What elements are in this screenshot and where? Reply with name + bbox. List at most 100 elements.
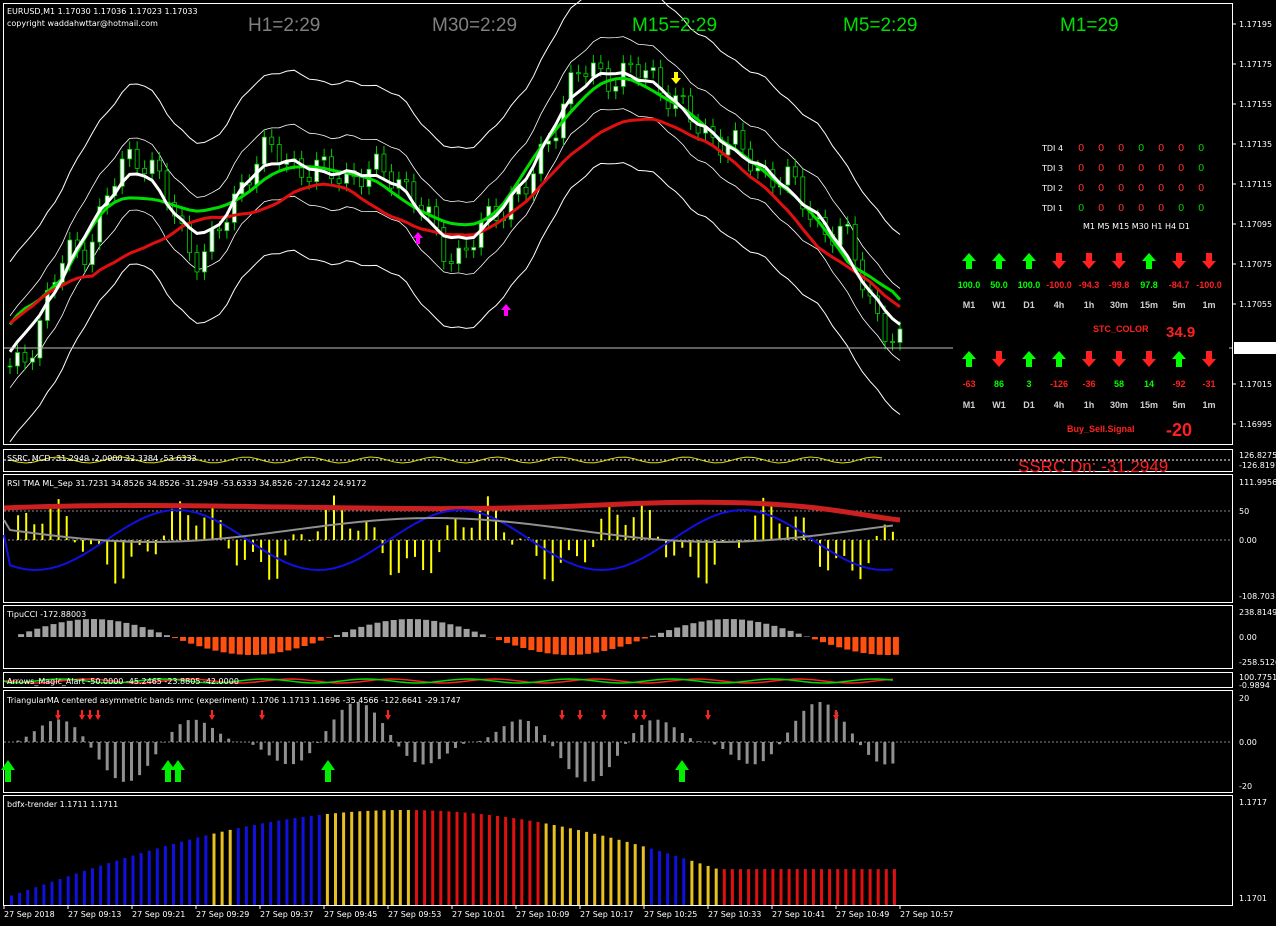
signal-tf: 1m [1202, 400, 1215, 410]
bdfx-bar [18, 892, 22, 905]
bdfx-bar [285, 819, 289, 905]
tdi-cell: 0 [1118, 143, 1124, 154]
tf-m5-label: M5=2:29 [843, 15, 917, 36]
cci-bar [747, 620, 754, 637]
cci-bar [188, 637, 195, 644]
signal-tf: 30m [1110, 400, 1128, 410]
cci-bar [228, 637, 235, 654]
stc-label: STC_COLOR [1093, 324, 1149, 334]
cci-bar [180, 637, 187, 641]
bdfx-bar [585, 831, 589, 905]
tma-axis-label: 20 [1239, 694, 1249, 703]
bdfx-bar [334, 813, 337, 905]
bdfx-bar [795, 869, 799, 905]
cci-bar [261, 637, 268, 655]
tdi-row-label: TDI 1 [1041, 204, 1063, 213]
tdi-cell: 0 [1138, 163, 1144, 174]
bdfx-bar [512, 818, 516, 905]
cci-bar [641, 637, 648, 639]
stc-tf: M1 [963, 300, 976, 310]
candle-body [374, 153, 379, 170]
cci-bar [447, 624, 454, 637]
tdi-cell: 0 [1138, 203, 1144, 214]
stc-value: 50.0 [990, 280, 1008, 290]
cci-bar [585, 637, 592, 654]
stc-tf: 4h [1054, 300, 1065, 310]
ssrc-axis-label: 126.8275 [1239, 451, 1276, 460]
price-tick-label: 1.17195 [1239, 20, 1272, 29]
stc-value: 100.0 [1018, 280, 1041, 290]
tma-sell-arrow-icon [79, 710, 85, 720]
cci-bar [293, 637, 300, 649]
bdfx-bar [261, 823, 265, 905]
bdfx-bar [42, 884, 46, 905]
bdfx-bar [771, 869, 775, 905]
cci-bar [844, 637, 851, 650]
cci-bar [577, 637, 583, 655]
candle-body [890, 341, 895, 343]
cci-bar [811, 637, 818, 640]
cci-bar [358, 626, 365, 637]
tdi-cell: 0 [1118, 163, 1124, 174]
bdfx-axis-label: 1.1717 [1239, 798, 1267, 807]
cci-bar [820, 637, 826, 643]
candle-body [897, 328, 903, 343]
candle-body [523, 186, 529, 195]
bdfx-bar [309, 815, 313, 905]
bdfx-bar [706, 865, 710, 905]
bdfx-bar [115, 860, 119, 905]
bdfx-bar [317, 814, 321, 905]
tdi-cell: 0 [1078, 143, 1084, 154]
cci-bar [309, 637, 316, 644]
bdfx-bar [552, 825, 556, 905]
cci-bar [674, 627, 681, 637]
stc-tf: W1 [992, 300, 1006, 310]
candle-body [359, 176, 364, 188]
candle-body [576, 72, 581, 75]
tdi-cell: 0 [1178, 143, 1184, 154]
bdfx-bar [123, 858, 127, 905]
cci-bar [390, 619, 397, 637]
candle-body [471, 247, 477, 251]
candle-body [478, 220, 484, 248]
cci-bar [609, 637, 616, 649]
cci-bar [860, 637, 867, 653]
tf-h1-label: H1=2:29 [248, 15, 320, 36]
tdi-cell: 0 [1138, 183, 1144, 194]
cci-bar [42, 626, 49, 637]
candle-body [381, 153, 387, 173]
signal-tf: 1h [1084, 400, 1095, 410]
candle-body [194, 252, 200, 273]
cci-bar [398, 619, 405, 637]
candle-body [15, 352, 20, 367]
bdfx-bar [180, 841, 184, 905]
cci-bar [131, 624, 138, 637]
bdfx-bar [860, 869, 864, 905]
tma-buy-arrow-icon [161, 760, 175, 782]
signal-value: 14 [1144, 379, 1154, 389]
tma-sell-arrow-icon [385, 710, 391, 720]
cci-bar [350, 629, 357, 637]
bdfx-bar [301, 816, 305, 905]
cci-bar [471, 631, 478, 637]
tdi-cell: 0 [1158, 163, 1164, 174]
cci-bar [34, 628, 41, 637]
cci-bar [236, 637, 243, 655]
cci-bar [552, 637, 559, 655]
cci-bar [172, 637, 178, 639]
bdfx-bar [674, 855, 678, 905]
bdfx-bar [26, 889, 30, 905]
stc-tf: 5m [1172, 300, 1185, 310]
candle-body [224, 222, 230, 232]
bdfx-bar [398, 810, 402, 905]
stc-value: 97.8 [1140, 280, 1158, 290]
time-tick-label: 27 Sep 10:57 [900, 910, 953, 919]
tdi-cell: 0 [1098, 143, 1104, 154]
stc-tf: 15m [1140, 300, 1158, 310]
bdfx-bar [244, 826, 248, 905]
cci-bar [625, 637, 632, 645]
cci-bar [730, 619, 737, 637]
cci-bar [439, 622, 446, 637]
bdfx-bar [423, 810, 427, 905]
time-tick-label: 27 Sep 2018 [4, 910, 55, 919]
